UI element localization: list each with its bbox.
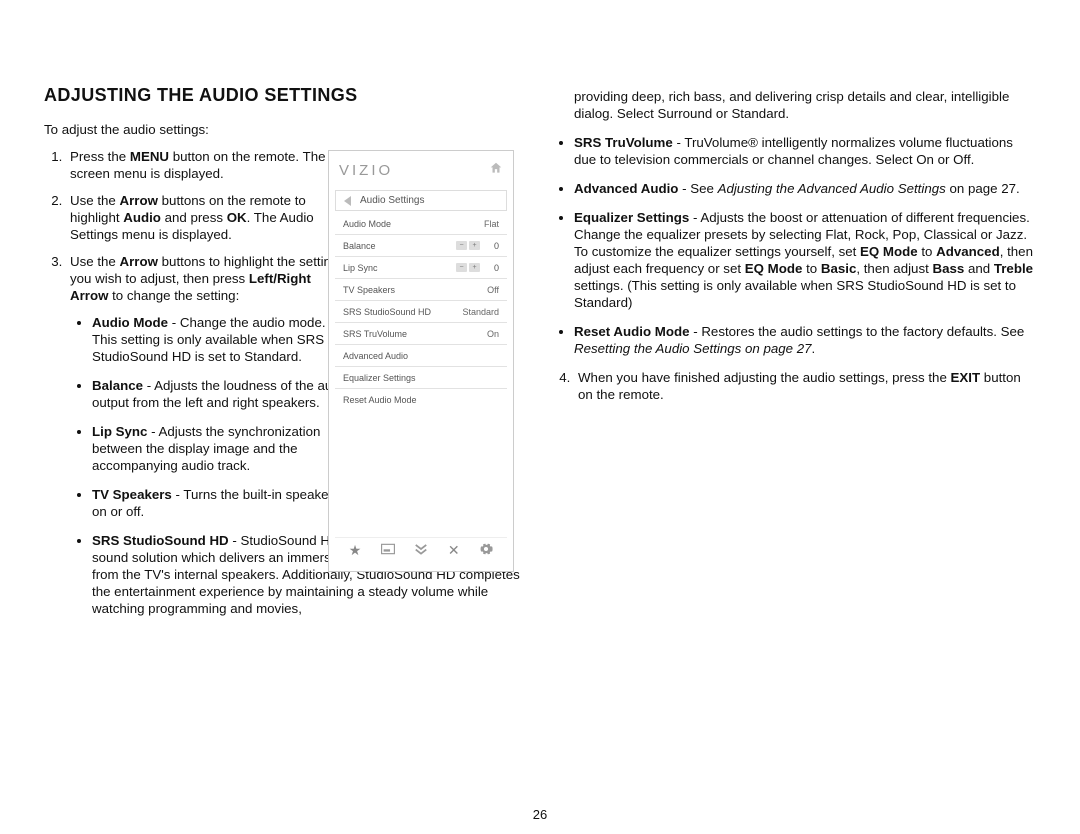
cc-rect-icon [381, 542, 395, 559]
bullet-right-2: Equalizer Settings - Adjusts the boost o… [574, 209, 1036, 311]
osd-row-label: SRS TruVolume [343, 329, 407, 339]
close-x-icon: ✕ [448, 542, 460, 559]
right-bullet-list: SRS TruVolume - TruVolume® intelligently… [552, 134, 1036, 357]
bullet-left-1: Balance - Adjusts the loudness of the au… [92, 377, 352, 411]
osd-row-2: Lip Sync −+0 [335, 257, 507, 279]
osd-section-title: Audio Settings [360, 195, 425, 206]
minus-icon: − [456, 241, 467, 250]
osd-row-label: Equalizer Settings [343, 373, 416, 383]
step-3-sub-narrow: Audio Mode - Change the audio mode. This… [70, 314, 352, 520]
minus-icon: − [456, 263, 467, 272]
bullet-left-3: TV Speakers - Turns the built-in speaker… [92, 486, 352, 520]
plus-icon: + [469, 241, 480, 250]
osd-row-label: TV Speakers [343, 285, 395, 295]
osd-row-slider: −+0 [455, 241, 499, 251]
bullet-left-2: Lip Sync - Adjusts the syn­chronization … [92, 423, 352, 474]
osd-row-label: Advanced Audio [343, 351, 408, 361]
osd-row-label: Lip Sync [343, 263, 378, 273]
steps-continued: When you have finished adjusting the aud… [552, 369, 1036, 403]
intro-text: To adjust the audio settings: [44, 121, 528, 138]
osd-row-value: On [487, 329, 499, 339]
osd-row-1: Balance −+0 [335, 235, 507, 257]
manual-page: VIZIO Audio Settings Audio Mode Flat Balan… [0, 0, 1080, 834]
osd-row-3: TV Speakers Off [335, 279, 507, 301]
plus-icon: + [469, 263, 480, 272]
osd-section-header: Audio Settings [335, 190, 507, 211]
step-3-text: Use the Arrow buttons to highlight the s… [70, 254, 338, 303]
osd-row-6: Advanced Audio [335, 345, 507, 367]
osd-row-4: SRS StudioSound HD Standard [335, 301, 507, 323]
right-cont-list: providing deep, rich bass, and deliverin… [552, 88, 1036, 122]
osd-bottom-bar: ★ ✕ [335, 537, 507, 563]
gear-icon [479, 542, 493, 559]
osd-figure: VIZIO Audio Settings Audio Mode Flat Balan… [328, 150, 514, 572]
osd-row-value: 0 [487, 263, 499, 273]
osd-row-label: Balance [343, 241, 376, 251]
osd-row-value: Flat [484, 219, 499, 229]
osd-row-8: Reset Audio Mode [335, 389, 507, 410]
v-chevron-icon [414, 542, 428, 559]
back-icon [344, 196, 351, 206]
osd-row-value: Standard [462, 307, 499, 317]
osd-row-slider: −+0 [455, 263, 499, 273]
bullet-right-3: Reset Audio Mode - Restores the audio se… [574, 323, 1036, 357]
step-1: Press the MENU button on the remote. The… [66, 148, 352, 182]
osd-row-0: Audio Mode Flat [335, 213, 507, 235]
bullet-right-0: SRS TruVolume - TruVolume® intelligently… [574, 134, 1036, 168]
osd-topbar: VIZIO [329, 151, 513, 186]
step-3: Use the Arrow buttons to highlight the s… [66, 253, 352, 617]
osd-row-label: Reset Audio Mode [343, 395, 417, 405]
section-heading: ADJUSTING THE AUDIO SETTINGS [44, 84, 528, 107]
osd-row-5: SRS TruVolume On [335, 323, 507, 345]
step-4: When you have finished adjusting the aud… [574, 369, 1036, 403]
osd-row-value: Off [487, 285, 499, 295]
star-icon: ★ [349, 542, 362, 559]
osd-rows: Audio ModeFlatBalance−+0Lip Sync−+0TV Sp… [335, 213, 507, 410]
page-number: 26 [0, 807, 1080, 822]
osd-row-label: Audio Mode [343, 219, 391, 229]
step-2: Use the Arrow buttons on the remote to h… [66, 192, 352, 243]
bullet-left-0: Audio Mode - Change the audio mode. This… [92, 314, 352, 365]
osd-brand: VIZIO [339, 162, 393, 179]
osd-row-label: SRS StudioSound HD [343, 307, 431, 317]
home-icon [489, 161, 503, 180]
osd-row-value: 0 [487, 241, 499, 251]
right-column: providing deep, rich bass, and deliverin… [552, 84, 1036, 760]
bullet-right-1: Advanced Audio - See Adjusting the Advan… [574, 180, 1036, 197]
srs-studiosound-continuation: providing deep, rich bass, and deliverin… [552, 88, 1036, 122]
osd-row-7: Equalizer Settings [335, 367, 507, 389]
